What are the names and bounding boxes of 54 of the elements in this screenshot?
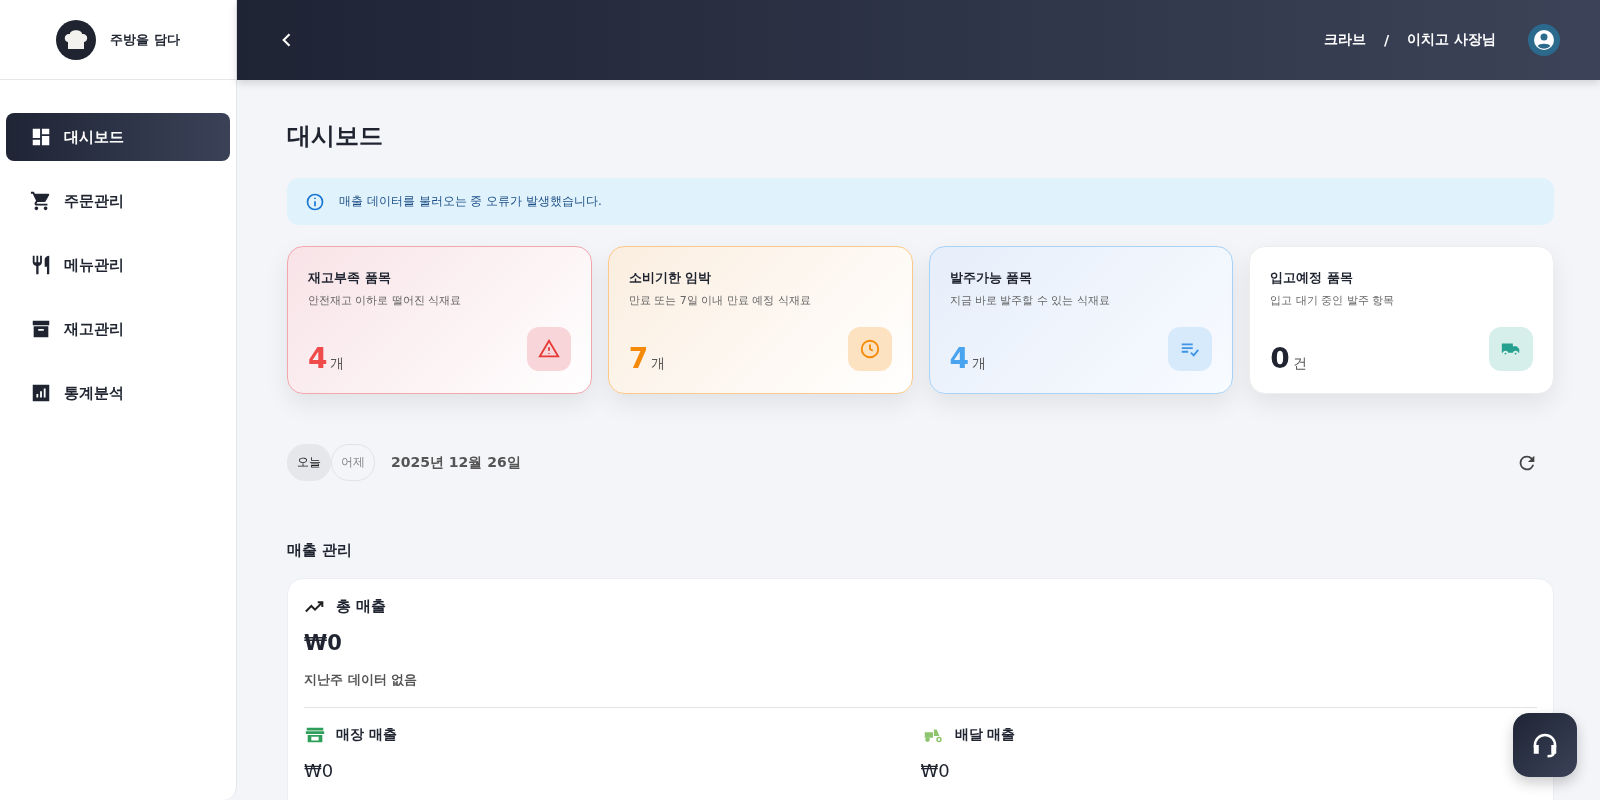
card-subtitle: 지금 바로 발주할 수 있는 식재료 — [949, 293, 1111, 308]
fork-knife-icon — [30, 254, 52, 276]
card-title: 재고부족 품목 — [308, 269, 392, 287]
section-title: 매출 관리 — [287, 541, 354, 560]
sidebar-item[interactable]: 통계분석 — [6, 369, 230, 417]
archive-box-icon — [30, 318, 52, 340]
stat-card[interactable]: 재고부족 품목 안전재고 이하로 떨어진 식재료 4 개 — [287, 246, 592, 394]
dashboard-icon — [30, 126, 52, 148]
store-name: 크라브 — [1324, 31, 1366, 49]
date-label: 2025년 12월 26일 — [391, 453, 521, 472]
support-chat-button[interactable] — [1513, 713, 1577, 777]
sidebar-item[interactable]: 주문관리 — [6, 177, 230, 225]
total-sales-title: 총 매출 — [336, 596, 387, 616]
channel-sales-title: 배달 매출 — [954, 726, 1016, 744]
checklist-icon — [1168, 327, 1213, 371]
truck-icon — [1489, 327, 1533, 371]
stat-card[interactable]: 소비기한 임박 만료 또는 7일 이내 만료 예정 식재료 7 개 — [607, 246, 913, 394]
brand-name: 주방을 담다 — [110, 30, 180, 49]
sidebar-item[interactable]: 메뉴관리 — [6, 241, 230, 289]
total-sales-note: 지난주 데이터 없음 — [304, 671, 1537, 708]
user-name: 이치고 사장님 — [1407, 31, 1496, 49]
clock-icon — [847, 327, 892, 371]
total-sales-value: ₩0 — [304, 631, 343, 655]
card-subtitle: 만료 또는 7일 이내 만료 예정 식재료 — [628, 293, 812, 308]
card-title: 소비기한 임박 — [628, 269, 713, 287]
channel-sales-value: ₩0 — [920, 760, 951, 781]
stat-unit: 개 — [972, 355, 986, 373]
channel-sales-title: 매장 매출 — [336, 726, 397, 744]
chef-hat-logo-icon — [56, 19, 97, 60]
stat-value: 4 — [949, 345, 969, 373]
page-title: 대시보드 — [287, 121, 384, 152]
breadcrumb-separator: / — [1384, 32, 1390, 48]
day-tab[interactable]: 오늘 — [287, 444, 331, 481]
card-subtitle: 안전재고 이하로 떨어진 식재료 — [308, 293, 463, 308]
stat-unit: 개 — [651, 355, 666, 373]
card-subtitle: 입고 대기 중인 발주 항목 — [1270, 293, 1396, 308]
stat-unit: 건 — [1292, 355, 1307, 373]
alert-message: 매출 데이터를 불러오는 중 오류가 발생했습니다. — [339, 193, 602, 210]
bar-chart-icon — [30, 382, 52, 404]
channel-sales-value: ₩0 — [304, 760, 335, 781]
stat-card[interactable]: 발주가능 품목 지금 바로 발주할 수 있는 식재료 4 개 — [928, 246, 1234, 394]
card-title: 입고예정 품목 — [1270, 269, 1354, 287]
cart-icon — [30, 190, 52, 212]
card-title: 발주가능 품목 — [949, 269, 1034, 287]
sidebar-item[interactable]: 대시보드 — [6, 113, 230, 161]
stat-value: 7 — [628, 345, 649, 373]
user-avatar-icon[interactable] — [1528, 24, 1560, 56]
info-icon — [305, 191, 325, 212]
stat-value: 4 — [308, 345, 328, 373]
sidebar-item[interactable]: 재고관리 — [6, 305, 230, 353]
warning-triangle-icon — [526, 327, 571, 371]
stat-unit: 개 — [330, 355, 345, 373]
stat-value: 0 — [1270, 345, 1290, 373]
stat-card[interactable]: 입고예정 품목 입고 대기 중인 발주 항목 0 건 — [1249, 246, 1554, 394]
